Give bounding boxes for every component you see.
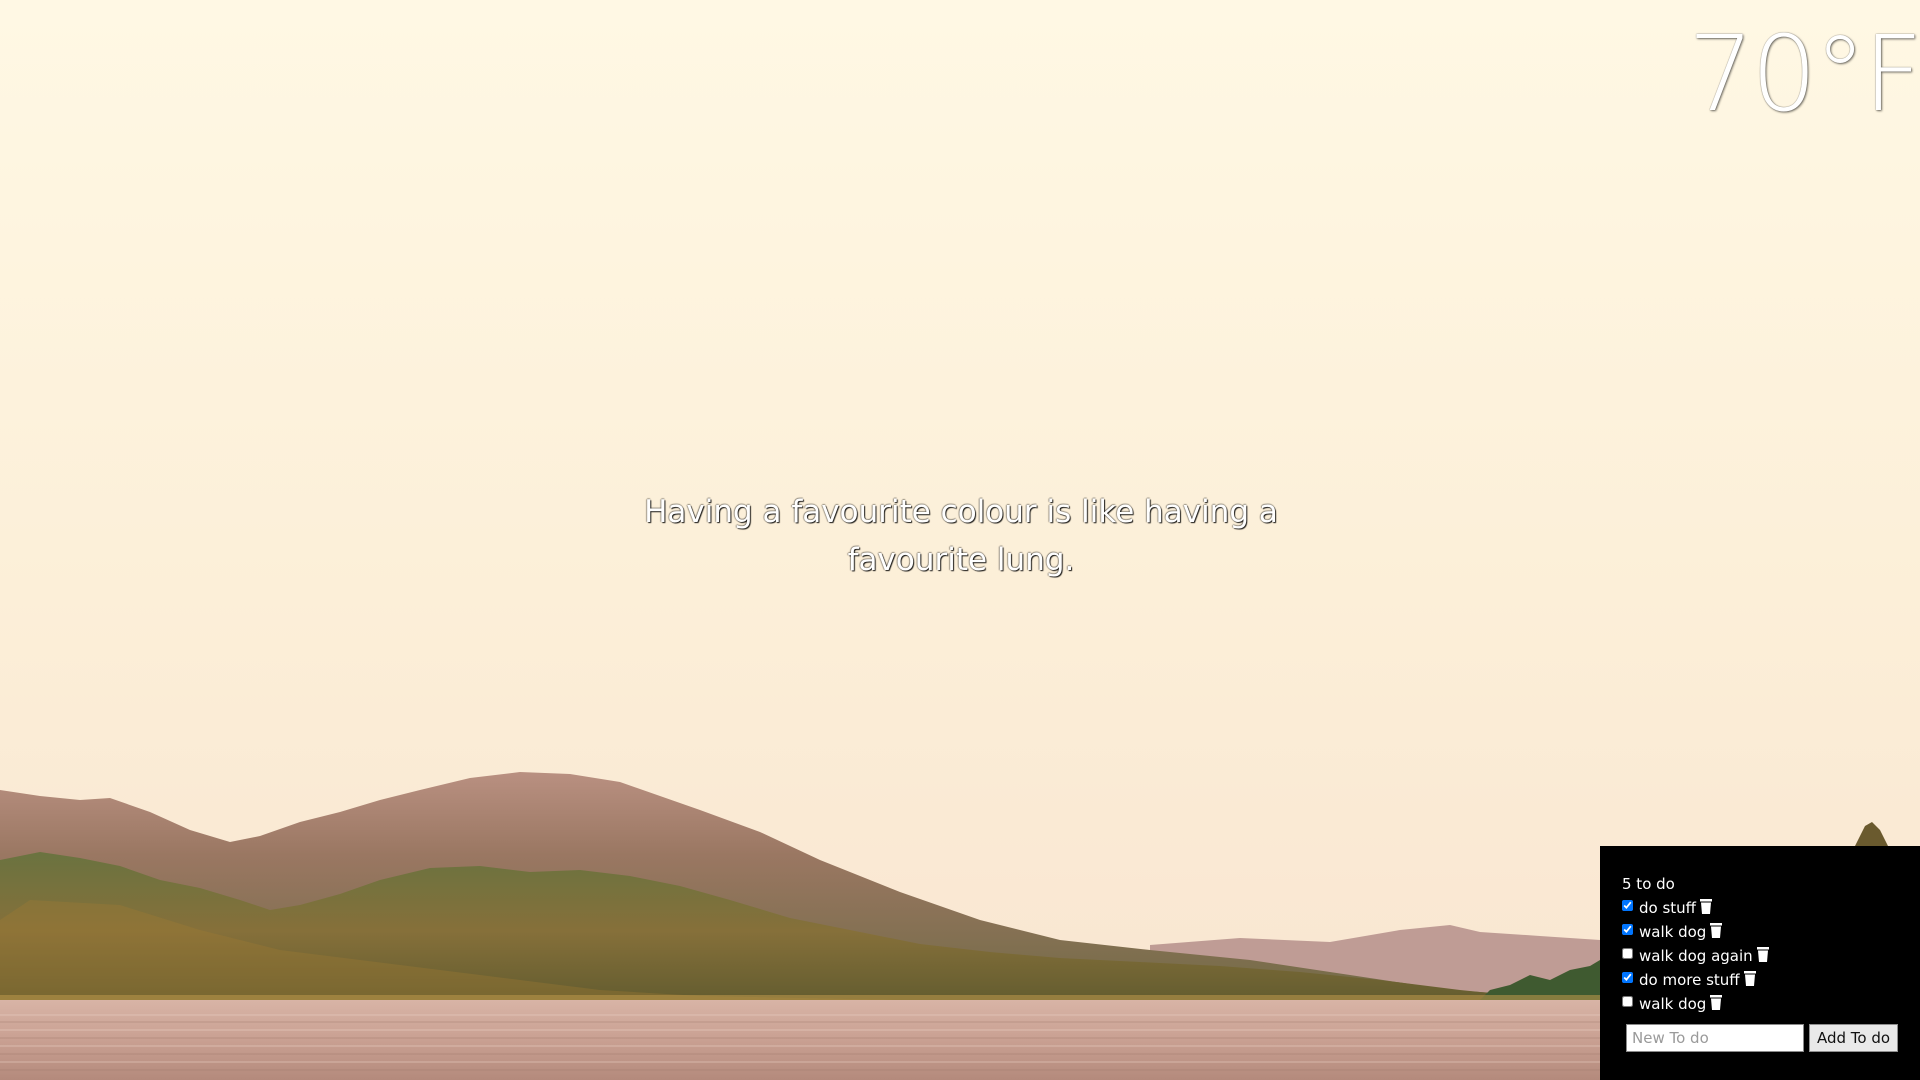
todo-checkbox[interactable] [1622, 899, 1633, 911]
trash-icon[interactable] [1700, 898, 1713, 914]
todo-checkbox[interactable] [1622, 947, 1633, 959]
new-todo-form: Add To do [1626, 1024, 1920, 1052]
todo-label: do stuff [1639, 899, 1697, 917]
trash-icon[interactable] [1756, 946, 1769, 962]
todo-label: walk dog [1639, 923, 1707, 941]
quote-text: Having a favourite colour is like having… [644, 494, 1278, 578]
new-todo-input[interactable] [1626, 1024, 1804, 1052]
todo-list: do stuff walk dog walk dog again do more… [1622, 896, 1920, 1016]
todo-checkbox[interactable] [1622, 995, 1633, 1007]
todo-item: walk dog [1622, 920, 1920, 944]
todo-label: walk dog [1639, 995, 1707, 1013]
trash-icon[interactable] [1743, 970, 1756, 986]
temperature-display: 70°F [1687, 13, 1920, 135]
todo-item: do stuff [1622, 896, 1920, 920]
todo-label: walk dog again [1639, 947, 1753, 965]
todo-item: walk dog [1622, 992, 1920, 1016]
todo-checkbox[interactable] [1622, 923, 1633, 935]
todo-checkbox[interactable] [1622, 971, 1633, 983]
todo-item: do more stuff [1622, 968, 1920, 992]
trash-icon[interactable] [1710, 922, 1723, 938]
trash-icon[interactable] [1710, 994, 1723, 1010]
todo-count: 5 to do [1622, 875, 1675, 893]
todo-item: walk dog again [1622, 944, 1920, 968]
todo-panel: 5 to do do stuff walk dog walk dog again… [1600, 846, 1920, 1080]
add-todo-button[interactable]: Add To do [1809, 1024, 1899, 1052]
todo-label: do more stuff [1639, 971, 1740, 989]
